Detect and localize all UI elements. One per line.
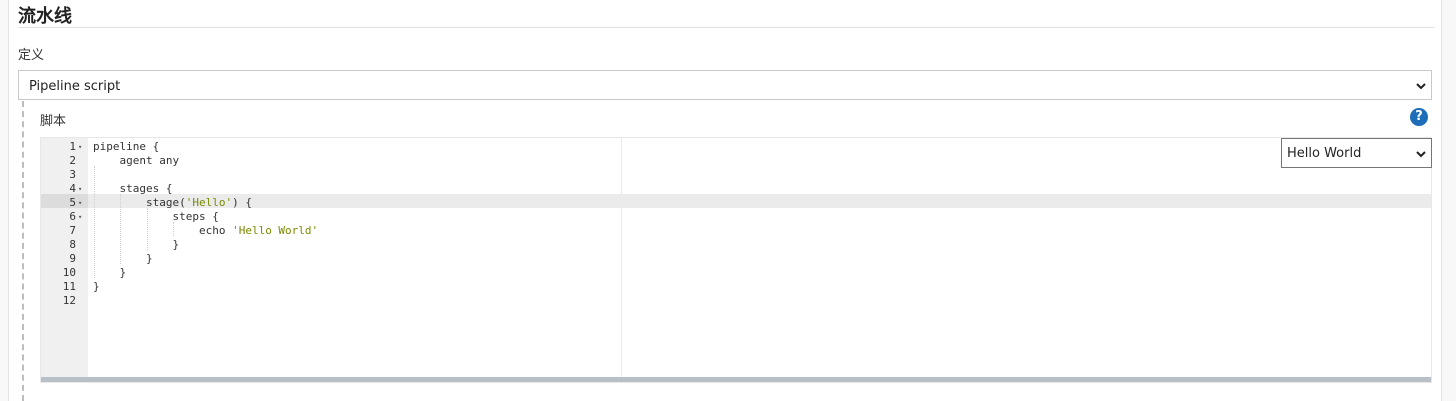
line-number: 4 (69, 182, 76, 195)
code-text: } (93, 266, 127, 279)
definition-label: 定义 (18, 48, 45, 63)
section-divider (18, 27, 1434, 28)
line-number: 2 (69, 154, 76, 167)
code-text: } (93, 238, 180, 251)
string-literal: 'Hello World' (232, 224, 319, 237)
code-line[interactable]: 9 } (41, 252, 1431, 266)
code-text: steps { (93, 210, 219, 223)
fold-arrow-icon[interactable]: ▾ (78, 210, 82, 224)
code-segment: echo (93, 224, 233, 237)
code-text: stage('Hello') { (93, 196, 252, 210)
code-text: stages { (93, 182, 173, 195)
line-number: 10 (62, 266, 76, 279)
script-label: 脚本 (40, 114, 67, 129)
help-icon[interactable]: ? (1410, 108, 1428, 126)
string-literal: 'Hello' (185, 196, 233, 209)
code-text: agent any (93, 154, 180, 167)
line-number: 3 (69, 168, 76, 181)
line-number: 7 (69, 224, 76, 237)
code-line[interactable]: 10 } (41, 266, 1431, 280)
chevron-down-icon (1416, 83, 1426, 90)
code-line[interactable]: 12 (41, 294, 1431, 308)
chevron-down-icon (1416, 151, 1426, 158)
sample-script-select[interactable]: Hello World (1281, 138, 1432, 168)
code-line[interactable]: 2 agent any (41, 154, 1431, 168)
line-number: 6 (69, 210, 76, 223)
code-line[interactable]: 7 echo 'Hello World' (41, 224, 1431, 238)
code-line[interactable]: 6 ▾ steps { (41, 210, 1431, 224)
line-number: 11 (62, 280, 76, 293)
code-segment: stage( (93, 196, 186, 209)
line-number: 1 (69, 140, 76, 153)
section-title: 流水线 (18, 6, 72, 27)
code-line[interactable]: 1 ▾ pipeline { (41, 140, 1431, 154)
code-line[interactable]: 8 } (41, 238, 1431, 252)
editor-horizontal-scrollbar[interactable] (41, 377, 1431, 382)
fold-arrow-icon[interactable]: ▾ (78, 140, 82, 154)
fold-arrow-icon[interactable]: ▾ (78, 196, 82, 210)
code-line[interactable]: 4 ▾ stages { (41, 182, 1431, 196)
fold-arrow-icon[interactable]: ▾ (78, 182, 82, 196)
definition-select-value: Pipeline script (29, 79, 121, 94)
line-number: 12 (62, 294, 76, 307)
line-number: 5 (69, 196, 76, 209)
code-text: } (93, 280, 100, 293)
code-line[interactable]: 3 (41, 168, 1431, 182)
nested-section-indicator (22, 101, 24, 401)
code-segment: ) { (232, 196, 252, 209)
line-number: 8 (69, 238, 76, 251)
line-number: 9 (69, 252, 76, 265)
code-text: pipeline { (93, 140, 160, 153)
code-text: } (93, 252, 153, 265)
script-editor[interactable]: 1 ▾ pipeline {2 agent any 3 4 ▾ stages {5 ▾ st… (40, 137, 1432, 383)
sample-script-select-value: Hello World (1287, 146, 1362, 161)
code-text: echo 'Hello World' (93, 224, 318, 238)
definition-select[interactable]: Pipeline script (18, 70, 1432, 100)
code-line[interactable]: 11} (41, 280, 1431, 294)
code-line[interactable]: 5 ▾ stage('Hello') { (41, 196, 1431, 210)
